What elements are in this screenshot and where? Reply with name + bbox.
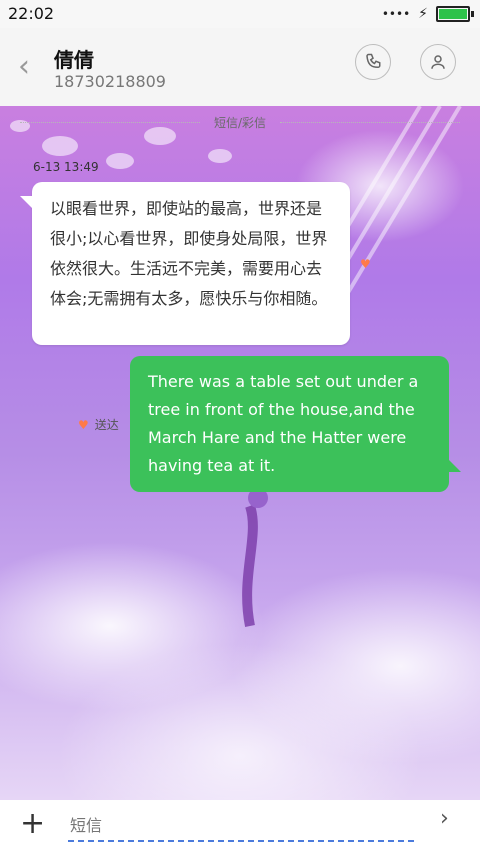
delivered-label: 送达 (94, 418, 119, 432)
section-label: 短信/彩信 (0, 114, 480, 131)
profile-button[interactable] (420, 44, 456, 80)
delivery-status: ♥ 送达 (78, 416, 119, 433)
contact-name: 倩倩 (54, 48, 94, 72)
call-button[interactable] (355, 44, 391, 80)
add-attachment-button[interactable]: + (20, 806, 45, 841)
contact-number: 18730218809 (54, 72, 166, 91)
person-icon (431, 55, 445, 69)
lightning-icon: ⚡ (418, 6, 428, 22)
message-timestamp: 6-13 13:49 (33, 160, 99, 174)
conversation-header: ‹ 倩倩 18730218809 (0, 28, 480, 107)
signal-icon: •••• (381, 7, 411, 21)
incoming-message-bubble[interactable]: 以眼看世界，即使站的最高，世界还是很小;以心看世界，即使身处局限，世界依然很大。… (20, 182, 350, 345)
chevron-left-icon: ‹ (18, 49, 30, 84)
status-bar: 22:02 •••• ⚡ (0, 0, 480, 28)
heart-icon: ♥ (360, 257, 371, 271)
plus-icon: + (20, 806, 46, 841)
battery-icon (436, 6, 474, 22)
send-button[interactable]: › (440, 806, 458, 831)
back-button[interactable]: ‹ (18, 52, 42, 82)
heart-icon: ♥ (78, 417, 89, 432)
chevron-right-icon: › (440, 806, 449, 831)
outgoing-message-bubble[interactable]: There was a table set out under a tree i… (130, 356, 461, 492)
phone-icon (366, 53, 381, 69)
status-icons: •••• ⚡ (381, 6, 474, 22)
status-time: 22:02 (8, 4, 55, 23)
sms-input[interactable] (68, 810, 414, 842)
composer-bar: + › (0, 800, 480, 853)
